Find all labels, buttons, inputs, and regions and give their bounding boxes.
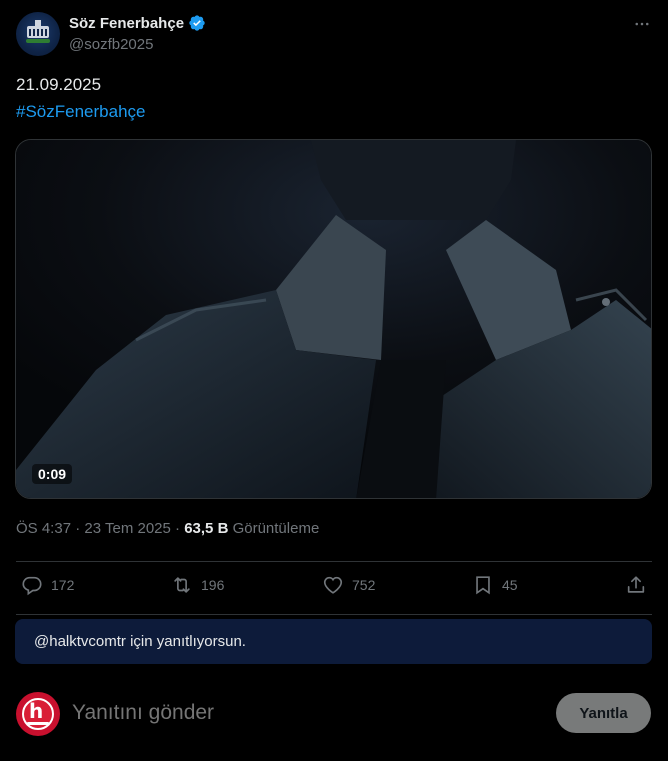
repost-icon [174, 577, 190, 593]
video-frame [16, 140, 651, 498]
tweet-header: Söz Fenerbahçe @sozfb2025 [16, 12, 652, 56]
more-options-icon[interactable] [632, 14, 652, 34]
user-avatar[interactable]: h [16, 692, 60, 736]
divider [16, 561, 652, 562]
reply-action[interactable]: 172 [21, 574, 74, 596]
bookmark-count: 45 [502, 577, 518, 593]
hashtag-link[interactable]: #SözFenerbahçe [16, 102, 145, 122]
author-display-name[interactable]: Söz Fenerbahçe [69, 15, 184, 32]
reply-icon [22, 576, 42, 596]
author-name-row: Söz Fenerbahçe [69, 14, 206, 32]
author-avatar[interactable] [16, 12, 60, 56]
share-icon [627, 576, 645, 593]
repost-count: 196 [201, 577, 225, 593]
action-bar: 172 196 752 45 [16, 574, 652, 600]
like-count: 752 [352, 577, 376, 593]
heart-icon [323, 576, 343, 594]
meta-separator: · [175, 520, 181, 537]
author-handle[interactable]: @sozfb2025 [69, 36, 153, 53]
like-action[interactable]: 752 [322, 574, 375, 596]
tweet-date[interactable]: 23 Tem 2025 [84, 520, 170, 537]
verified-badge-icon[interactable] [188, 14, 206, 32]
avatar-logo-glyph: h [29, 699, 44, 723]
repost-action[interactable]: 196 [171, 574, 224, 596]
reply-count: 172 [51, 577, 75, 593]
views-label: Görüntüleme [232, 520, 320, 537]
meta-separator: · [75, 520, 81, 537]
share-action[interactable] [625, 574, 647, 596]
avatar-columns [29, 29, 47, 36]
tweet-meta: ÖS 4:37 · 23 Tem 2025 · 63,5 B Görüntüle… [16, 520, 319, 537]
video-duration: 0:09 [32, 464, 73, 484]
views-count: 63,5 B [184, 520, 229, 537]
bookmark-icon [476, 576, 490, 595]
bookmark-action[interactable]: 45 [472, 574, 518, 596]
tweet-text-line: 21.09.2025 [16, 75, 102, 94]
avatar-grass [26, 39, 50, 43]
reply-button[interactable]: Yanıtla [556, 693, 651, 733]
video-player[interactable]: 0:09 [15, 139, 652, 499]
divider [16, 614, 652, 615]
replying-to-banner[interactable]: @halktvcomtr için yanıtlıyorsun. [15, 619, 652, 664]
tweet-time[interactable]: ÖS 4:37 [16, 520, 71, 537]
reply-input[interactable] [72, 701, 532, 725]
avatar-logo-bar [27, 722, 49, 725]
